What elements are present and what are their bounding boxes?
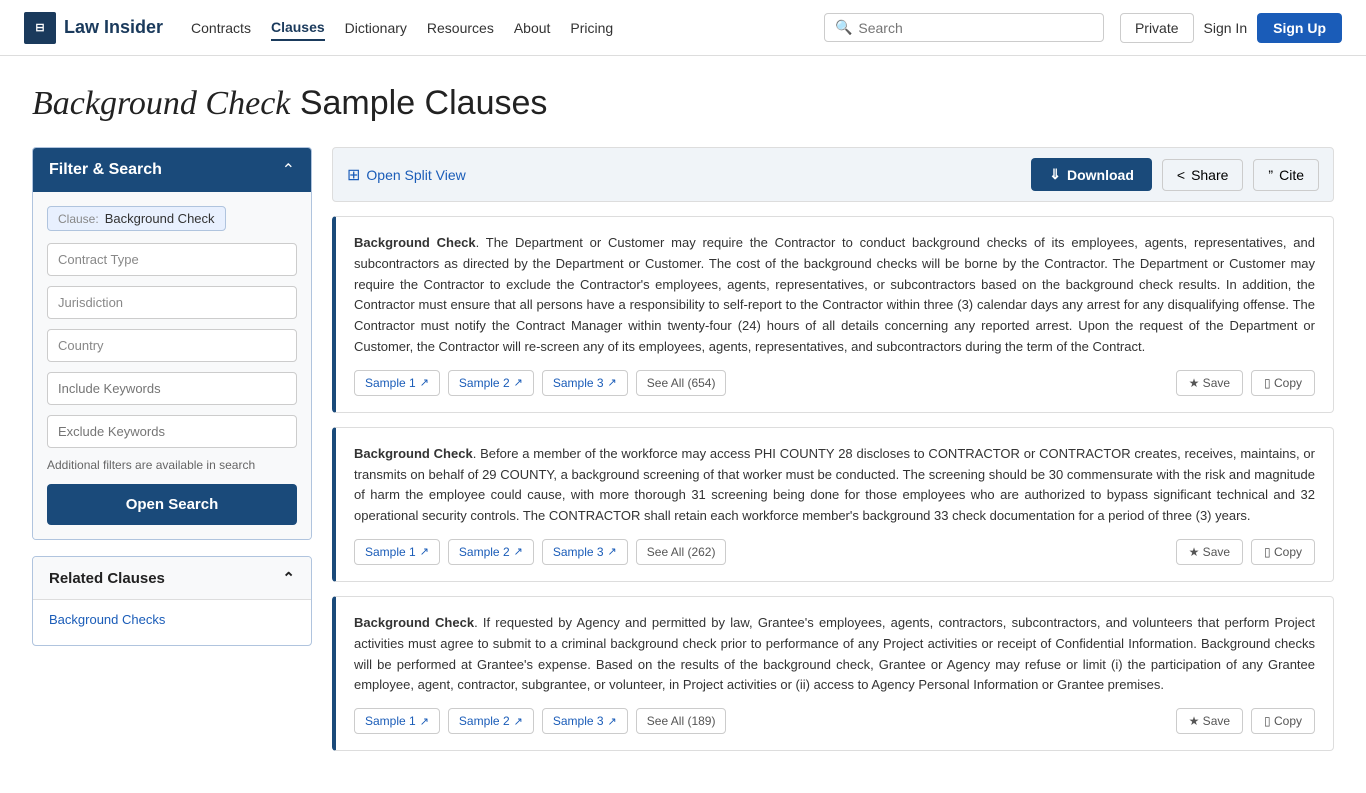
download-label: Download (1067, 167, 1134, 183)
sample-3-button[interactable]: Sample 3 ↗ (542, 708, 628, 734)
see-all-button[interactable]: See All (654) (636, 370, 727, 396)
sample-3-button[interactable]: Sample 3 ↗ (542, 539, 628, 565)
sample-1-button[interactable]: Sample 1 ↗ (354, 708, 440, 734)
page-content: Background Check Sample Clauses Filter &… (0, 56, 1366, 793)
download-button[interactable]: ⇓ Download (1031, 158, 1152, 191)
jurisdiction-select[interactable]: Jurisdiction (47, 286, 297, 319)
share-icon: < (1177, 167, 1185, 183)
share-label: Share (1191, 167, 1228, 183)
clause-actions: Sample 1 ↗ Sample 2 ↗ Sample 3 ↗ See All (6… (354, 370, 1315, 396)
clause-tag-value: Background Check (105, 211, 215, 226)
see-all-button[interactable]: See All (189) (636, 708, 727, 734)
sample-3-button[interactable]: Sample 3 ↗ (542, 370, 628, 396)
main-layout: Filter & Search ⌃ Clause: Background Che… (32, 147, 1334, 765)
clause-card: Background Check. If requested by Agency… (332, 596, 1334, 751)
save-button[interactable]: ★ Save (1176, 708, 1243, 734)
cite-button[interactable]: ” Cite (1253, 159, 1319, 191)
split-view-label: Open Split View (366, 167, 465, 183)
page-title: Background Check Sample Clauses (32, 84, 1334, 123)
copy-button[interactable]: ▯ Copy (1251, 708, 1315, 734)
results-area: ⊞ Open Split View ⇓ Download < Share ” C… (332, 147, 1334, 765)
clause-actions-right: ★ Save ▯ Copy (1176, 370, 1315, 396)
see-all-button[interactable]: See All (262) (636, 539, 727, 565)
main-nav: Contracts Clauses Dictionary Resources About… (191, 15, 613, 41)
logo-icon: ⊟ (24, 12, 56, 44)
filter-collapse-icon[interactable]: ⌃ (282, 160, 295, 180)
logo[interactable]: ⊟ Law Insider (24, 12, 163, 44)
include-keywords-input[interactable] (47, 372, 297, 405)
country-select[interactable]: Country (47, 329, 297, 362)
search-input[interactable] (858, 20, 1093, 36)
filter-body: Clause: Background Check Contract Type J… (33, 192, 311, 539)
sample-2-button[interactable]: Sample 2 ↗ (448, 370, 534, 396)
split-view-button[interactable]: ⊞ Open Split View (347, 165, 466, 185)
sample-2-button[interactable]: Sample 2 ↗ (448, 539, 534, 565)
split-view-icon: ⊞ (347, 165, 360, 185)
save-button[interactable]: ★ Save (1176, 539, 1243, 565)
clause-actions-right: ★ Save ▯ Copy (1176, 539, 1315, 565)
clause-actions: Sample 1 ↗ Sample 2 ↗ Sample 3 ↗ See All (1… (354, 708, 1315, 734)
results-toolbar: ⊞ Open Split View ⇓ Download < Share ” C… (332, 147, 1334, 202)
clause-text: Background Check. The Department or Cust… (354, 233, 1315, 358)
clause-text: Background Check. If requested by Agency… (354, 613, 1315, 696)
clause-tag-label: Clause: (58, 212, 99, 226)
nav-item-dictionary[interactable]: Dictionary (345, 16, 407, 40)
filter-header: Filter & Search ⌃ (33, 148, 311, 192)
related-link-background-checks[interactable]: Background Checks (49, 612, 295, 627)
private-button[interactable]: Private (1120, 13, 1194, 43)
search-icon: 🔍 (835, 19, 852, 36)
filter-box: Filter & Search ⌃ Clause: Background Che… (32, 147, 312, 540)
contract-type-select[interactable]: Contract Type (47, 243, 297, 276)
nav-item-pricing[interactable]: Pricing (570, 16, 613, 40)
nav-item-clauses[interactable]: Clauses (271, 15, 325, 41)
page-title-normal: Sample Clauses (290, 84, 547, 122)
open-search-button[interactable]: Open Search (47, 484, 297, 525)
filter-title: Filter & Search (49, 161, 162, 179)
download-icon: ⇓ (1049, 166, 1061, 183)
clause-actions-right: ★ Save ▯ Copy (1176, 708, 1315, 734)
clause-card: Background Check. Before a member of the… (332, 427, 1334, 582)
cite-icon: ” (1268, 167, 1273, 183)
cite-label: Cite (1279, 167, 1304, 183)
navbar: ⊟ Law Insider Contracts Clauses Dictionary… (0, 0, 1366, 56)
copy-button[interactable]: ▯ Copy (1251, 370, 1315, 396)
sidebar: Filter & Search ⌃ Clause: Background Che… (32, 147, 312, 646)
page-title-italic: Background Check (32, 85, 290, 122)
share-button[interactable]: < Share (1162, 159, 1244, 191)
related-title: Related Clauses (49, 570, 165, 587)
clause-cards: Background Check. The Department or Cust… (332, 216, 1334, 751)
logo-text: Law Insider (64, 17, 163, 38)
related-box: Related Clauses ⌃ Background Checks (32, 556, 312, 646)
clause-text: Background Check. Before a member of the… (354, 444, 1315, 527)
clause-card: Background Check. The Department or Cust… (332, 216, 1334, 413)
save-button[interactable]: ★ Save (1176, 370, 1243, 396)
copy-button[interactable]: ▯ Copy (1251, 539, 1315, 565)
nav-item-resources[interactable]: Resources (427, 16, 494, 40)
related-body: Background Checks (33, 600, 311, 645)
search-bar: 🔍 (824, 13, 1104, 42)
exclude-keywords-input[interactable] (47, 415, 297, 448)
signin-button[interactable]: Sign In (1204, 20, 1248, 36)
related-header: Related Clauses ⌃ (33, 557, 311, 600)
sample-1-button[interactable]: Sample 1 ↗ (354, 539, 440, 565)
navbar-actions: Private Sign In Sign Up (1120, 13, 1342, 43)
sample-1-button[interactable]: Sample 1 ↗ (354, 370, 440, 396)
sample-2-button[interactable]: Sample 2 ↗ (448, 708, 534, 734)
filter-note: Additional filters are available in sear… (47, 458, 297, 472)
nav-item-about[interactable]: About (514, 16, 551, 40)
signup-button[interactable]: Sign Up (1257, 13, 1342, 43)
nav-item-contracts[interactable]: Contracts (191, 16, 251, 40)
related-collapse-icon[interactable]: ⌃ (282, 569, 295, 587)
clause-tag: Clause: Background Check (47, 206, 226, 231)
clause-actions: Sample 1 ↗ Sample 2 ↗ Sample 3 ↗ See All (2… (354, 539, 1315, 565)
